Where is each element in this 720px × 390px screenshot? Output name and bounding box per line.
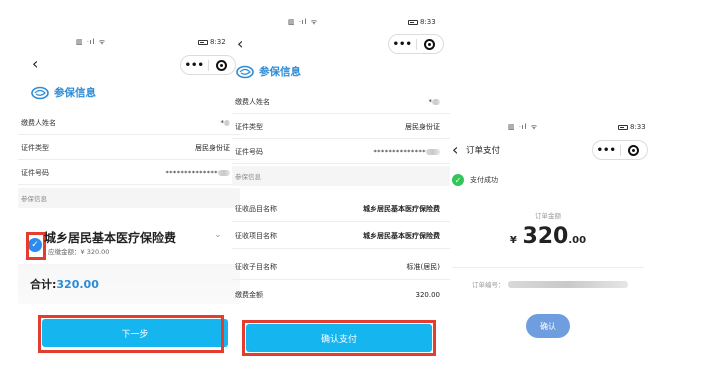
row-value: 标准(居民) — [406, 262, 440, 271]
nav-bar: ‹ 订单支付 ••• — [442, 138, 654, 162]
insurance-logo: 参保信息 — [236, 64, 301, 79]
total-bar: 合计: 320.00 — [18, 264, 240, 304]
row-value: ************** — [374, 148, 440, 156]
blurred-text — [507, 280, 628, 288]
amount-card: 订单金额 ¥ 320.00 — [452, 198, 644, 268]
info-row-name: 缴费人姓名 * — [232, 90, 450, 114]
highlight-box-checkbox — [26, 232, 46, 260]
row-label: 缴费金额 — [235, 291, 263, 299]
insurance-logo-icon — [31, 86, 49, 99]
success-label: 支付成功 — [470, 176, 498, 184]
info-row-id-type: 证件类型 居民身份证 — [232, 115, 450, 139]
row-value: 城乡居民基本医疗保险费 — [363, 231, 440, 240]
info-row-id-number: 证件号码 ************** — [232, 140, 450, 164]
info-row-name: 缴费人姓名 * — [18, 111, 240, 135]
blurred-text — [432, 98, 440, 105]
row-value: 居民身份证 — [405, 122, 440, 131]
close-target-icon[interactable] — [417, 38, 444, 50]
battery-icon — [408, 19, 418, 25]
row-label: 征收子目名称 — [235, 262, 277, 271]
capsule-menu: ••• — [180, 55, 236, 75]
section-header: 参保信息 — [18, 188, 240, 208]
total-value: 320.00 — [56, 277, 99, 291]
logo-label: 参保信息 — [54, 87, 96, 99]
row-value: * — [429, 98, 440, 106]
row-label: 缴费人姓名 — [21, 118, 56, 127]
row-label: 证件号码 — [21, 168, 49, 177]
order-number-row: 订单编号： — [472, 279, 628, 289]
info-row-sub-item: 征收子目名称 标准(居民) — [232, 254, 450, 280]
confirm-button[interactable]: 确认 — [526, 314, 570, 338]
screen-3: ▥ ᐧıl ᯤ 8:33 ‹ 订单支付 ••• ✓ 支付成功 订单金额 ¥ 32… — [442, 0, 654, 390]
info-row-project: 征收项目名称 城乡居民基本医疗保险费 — [232, 223, 450, 249]
more-dots-icon[interactable]: ••• — [181, 60, 208, 71]
blurred-text — [218, 169, 230, 176]
success-bar: ✓ 支付成功 — [442, 170, 654, 190]
info-row-id-number: 证件号码 ************** — [18, 161, 240, 185]
highlight-box-confirm — [242, 320, 436, 356]
row-value: ************** — [166, 169, 230, 177]
back-icon[interactable]: ‹ — [237, 36, 243, 52]
row-label: 缴费人姓名 — [235, 97, 270, 106]
status-bar: ▥ ᐧıl ᯤ 8:33 — [288, 18, 436, 26]
amount-label: 订单金额 — [535, 212, 561, 220]
logo-label: 参保信息 — [259, 66, 301, 78]
more-dots-icon[interactable]: ••• — [593, 145, 620, 156]
row-label: 证件类型 — [21, 143, 49, 152]
insurance-logo: 参保信息 — [31, 85, 96, 100]
insurance-logo-icon — [236, 65, 254, 78]
screen-1: ▥ ᐧıl ᯤ 8:32 ‹ ••• 参保信息 缴费人姓名 * 证件类型 居民身… — [18, 0, 240, 390]
section-header: 参保信息 — [232, 166, 450, 186]
page-title: 订单支付 — [466, 146, 501, 156]
info-row-id-type: 证件类型 居民身份证 — [18, 136, 240, 160]
status-bar: ▥ ᐧıl ᯤ 8:32 — [76, 38, 226, 46]
row-value: 城乡居民基本医疗保险费 — [363, 204, 440, 213]
row-label: 证件号码 — [235, 147, 263, 156]
total-label: 合计: — [30, 278, 57, 291]
back-icon[interactable]: ‹ — [452, 142, 458, 158]
row-value: 320.00 — [415, 291, 441, 299]
success-icon: ✓ — [452, 174, 464, 186]
row-label: 证件类型 — [235, 122, 263, 131]
chevron-down-icon[interactable]: ⌄ — [214, 230, 222, 240]
fee-line: 应缴金额：¥ 320.00 — [48, 248, 110, 256]
row-value: * — [221, 119, 230, 127]
info-row-amount: 缴费金额 320.00 — [232, 282, 450, 308]
capsule-menu: ••• — [592, 140, 648, 160]
more-dots-icon[interactable]: ••• — [389, 39, 416, 50]
battery-icon — [618, 124, 628, 130]
battery-icon — [198, 39, 208, 45]
highlight-box-next — [38, 315, 224, 353]
info-row-item: 征收品目名称 城乡居民基本医疗保险费 — [232, 196, 450, 222]
row-value: 居民身份证 — [195, 143, 230, 152]
status-bar: ▥ ᐧıl ᯤ 8:33 — [508, 123, 646, 131]
row-label: 征收品目名称 — [235, 204, 277, 213]
back-icon[interactable]: ‹ — [32, 56, 38, 72]
row-label: 征收项目名称 — [235, 231, 277, 240]
amount-value: ¥ 320.00 — [509, 224, 587, 249]
blurred-text — [224, 119, 230, 126]
capsule-menu: ••• — [388, 34, 444, 54]
screen-2: ▥ ᐧıl ᯤ 8:33 ‹ ••• 参保信息 缴费人姓名 * 证件类型 居民身… — [232, 0, 450, 390]
insurance-title[interactable]: 城乡居民基本医疗保险费 — [44, 229, 176, 246]
blurred-text — [426, 148, 440, 155]
close-target-icon[interactable] — [621, 144, 648, 156]
